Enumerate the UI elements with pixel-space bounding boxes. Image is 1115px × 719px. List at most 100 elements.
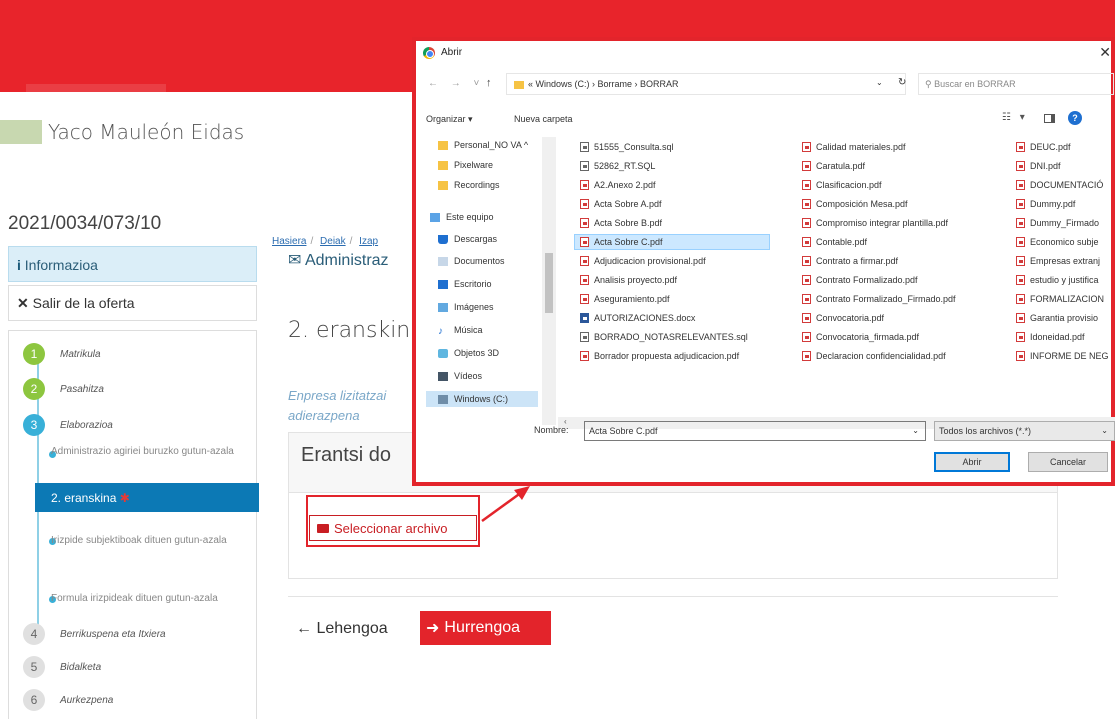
substep-annex-2[interactable]: 2. eranskina ✱: [35, 483, 259, 512]
step-number-1: 1: [23, 343, 45, 365]
step-3[interactable]: 3 Elaborazioa: [23, 414, 113, 436]
file-item[interactable]: Clasificacion.pdf: [802, 177, 992, 193]
exit-offer-link[interactable]: ✕ Salir de la oferta: [8, 285, 257, 321]
nav-item-desktop[interactable]: Escritorio: [438, 276, 492, 292]
pdf-file-icon: [580, 256, 589, 266]
substep-subjective-criteria[interactable]: Irizpide subjektiboak dituen gutun-azala: [51, 534, 227, 548]
nav-item-music[interactable]: ♪ Música: [438, 322, 483, 338]
file-item[interactable]: Declaracion confidencialidad.pdf: [802, 348, 992, 364]
search-input[interactable]: ⚲ Buscar en BORRAR: [918, 73, 1114, 95]
section-title: 2. eranskin: [288, 318, 411, 343]
filetype-select[interactable]: Todos los archivos (*.*) ⌄: [934, 421, 1115, 441]
file-item[interactable]: DOCUMENTACIÓ: [1016, 177, 1115, 193]
file-item[interactable]: Contable.pdf: [802, 234, 992, 250]
organize-menu[interactable]: Organizar ▾: [426, 114, 473, 125]
file-item[interactable]: Dummy.pdf: [1016, 196, 1115, 212]
file-item[interactable]: AUTORIZACIONES.docx: [580, 310, 790, 326]
file-list: 51555_Consulta.sql 52862_RT.SQL A2.Anexo…: [574, 137, 1115, 407]
arrow-right-icon: ➜: [426, 620, 440, 637]
breadcrumb-calls[interactable]: Deiak: [320, 236, 346, 247]
section-description: Enpresa lizitatzai adierazpena: [288, 388, 387, 423]
file-item[interactable]: BORRADO_NOTASRELEVANTES.sql: [580, 329, 790, 345]
next-button[interactable]: ➜ Hurrengoa: [420, 611, 551, 645]
close-icon[interactable]: ✕: [1099, 44, 1111, 61]
refresh-icon[interactable]: ↻: [898, 77, 906, 88]
file-item[interactable]: Empresas extranj: [1016, 253, 1115, 269]
pdf-file-icon: [1016, 180, 1025, 190]
filename-input[interactable]: Acta Sobre C.pdf ⌄: [584, 421, 926, 441]
file-item[interactable]: Contrato Formalizado.pdf: [802, 272, 992, 288]
file-item[interactable]: Acta Sobre B.pdf: [580, 215, 790, 231]
nav-item-pixelware[interactable]: Pixelware: [438, 157, 493, 173]
nav-item-recordings[interactable]: Recordings: [438, 177, 500, 193]
file-item[interactable]: Adjudicacion provisional.pdf: [580, 253, 790, 269]
arrow-left-icon: ←: [296, 620, 312, 637]
step-6[interactable]: 6 Aurkezpena: [23, 689, 113, 711]
open-button[interactable]: Abrir: [934, 452, 1010, 472]
step-2[interactable]: 2 Pasahitza: [23, 378, 104, 400]
chevron-down-icon[interactable]: ⌄: [912, 426, 919, 435]
step-1[interactable]: 1 Matrikula: [23, 343, 101, 365]
file-item[interactable]: 51555_Consulta.sql: [580, 139, 790, 155]
steps-sidebar: 1 Matrikula 2 Pasahitza 3 Elaborazioa Admin…: [8, 330, 259, 719]
substep-admin-docs[interactable]: Administrazio agiriei buruzko gutun-azal…: [51, 445, 241, 459]
address-bar: ← → ˅ ↑ « Windows (C:) › Borrame › BORRA…: [424, 73, 1114, 97]
file-item[interactable]: Calidad materiales.pdf: [802, 139, 992, 155]
step-5[interactable]: 5 Bidalketa: [23, 656, 101, 678]
file-item[interactable]: Analisis proyecto.pdf: [580, 272, 790, 288]
file-item[interactable]: Compromiso integrar plantilla.pdf: [802, 215, 992, 231]
nav-scrollbar[interactable]: [542, 137, 556, 425]
site-logo: [0, 120, 42, 144]
videos-icon: [438, 371, 448, 381]
file-item[interactable]: Borrador propuesta adjudicacion.pdf: [580, 348, 790, 364]
pdf-file-icon: [1016, 332, 1025, 342]
previous-button[interactable]: ← Lehengoa: [296, 620, 388, 638]
up-arrow-icon[interactable]: ↑: [486, 77, 492, 89]
substep-formula-criteria[interactable]: Formula irizpideak dituen gutun-azala: [51, 592, 218, 606]
pdf-file-icon: [802, 199, 811, 209]
file-item[interactable]: Contrato Formalizado_Firmado.pdf: [802, 291, 992, 307]
nav-item-this-pc[interactable]: Este equipo: [430, 209, 494, 225]
path-box[interactable]: « Windows (C:) › Borrame › BORRAR: [506, 73, 906, 95]
dialog-toolbar: Organizar ▾ Nueva carpeta ☷ ▾ ?: [416, 107, 1115, 131]
nav-scroll-thumb[interactable]: [545, 253, 553, 313]
file-item[interactable]: Idoneidad.pdf: [1016, 329, 1115, 345]
file-item[interactable]: Convocatoria.pdf: [802, 310, 992, 326]
nav-item-downloads[interactable]: Descargas: [438, 231, 497, 247]
file-item[interactable]: 52862_RT.SQL: [580, 158, 790, 174]
file-item[interactable]: DNI.pdf: [1016, 158, 1115, 174]
file-item[interactable]: FORMALIZACION: [1016, 291, 1115, 307]
back-forward-icon[interactable]: ← → ˅: [428, 78, 484, 89]
file-item-selected[interactable]: Acta Sobre C.pdf: [574, 234, 770, 250]
file-item[interactable]: estudio y justifica: [1016, 272, 1115, 288]
file-item[interactable]: Convocatoria_firmada.pdf: [802, 329, 992, 345]
nav-item-images[interactable]: Imágenes: [438, 299, 494, 315]
nav-item-3d-objects[interactable]: Objetos 3D: [438, 345, 499, 361]
info-panel[interactable]: i Informazioa: [8, 246, 257, 282]
pdf-file-icon: [580, 180, 589, 190]
breadcrumb-current[interactable]: Izap: [359, 236, 378, 247]
step-4[interactable]: 4 Berrikuspena eta Itxiera: [23, 623, 166, 645]
file-item[interactable]: A2.Anexo 2.pdf: [580, 177, 790, 193]
cancel-button[interactable]: Cancelar: [1028, 452, 1108, 472]
file-item[interactable]: INFORME DE NEG: [1016, 348, 1115, 364]
file-item[interactable]: Composición Mesa.pdf: [802, 196, 992, 212]
file-item[interactable]: Dummy_Firmado: [1016, 215, 1115, 231]
nav-item-windows-c[interactable]: Windows (C:): [426, 391, 538, 407]
new-folder-button[interactable]: Nueva carpeta: [514, 114, 573, 124]
nav-item-personal[interactable]: Personal_NO VA ^: [438, 137, 528, 153]
nav-item-videos[interactable]: Vídeos: [438, 368, 482, 384]
chevron-down-icon[interactable]: ⌄: [876, 78, 883, 87]
file-item[interactable]: Garantia provisio: [1016, 310, 1115, 326]
file-item[interactable]: Caratula.pdf: [802, 158, 992, 174]
help-icon[interactable]: ?: [1068, 111, 1082, 125]
file-item[interactable]: Aseguramiento.pdf: [580, 291, 790, 307]
preview-pane-icon[interactable]: [1044, 114, 1055, 123]
file-item[interactable]: Economico subje: [1016, 234, 1115, 250]
file-item[interactable]: DEUC.pdf: [1016, 139, 1115, 155]
breadcrumb-home[interactable]: Hasiera: [272, 236, 306, 247]
nav-item-documents[interactable]: Documentos: [438, 253, 505, 269]
file-item[interactable]: Contrato a firmar.pdf: [802, 253, 992, 269]
file-item[interactable]: Acta Sobre A.pdf: [580, 196, 790, 212]
view-options-icon[interactable]: ☷ ▾: [1002, 112, 1028, 123]
